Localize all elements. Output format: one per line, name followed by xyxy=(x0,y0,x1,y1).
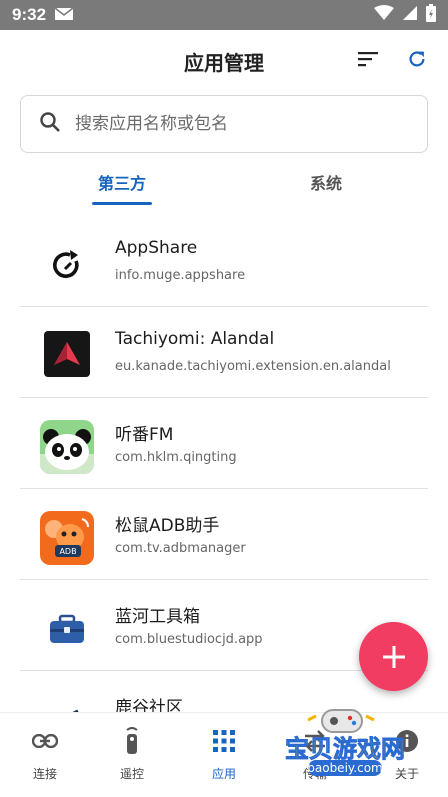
sort-icon[interactable] xyxy=(356,46,382,72)
tachiyomi-icon xyxy=(44,331,90,377)
nav-label: 遥控 xyxy=(119,767,144,781)
app-bar: 应用管理 xyxy=(0,30,448,92)
plus-icon xyxy=(382,645,405,668)
tab-indicator xyxy=(92,202,152,205)
svg-text:ADB: ADB xyxy=(59,547,76,556)
app-package: com.hklm.qingting xyxy=(115,450,237,465)
app-name: 听番FM xyxy=(115,425,174,445)
app-package: info.muge.appshare xyxy=(115,268,246,283)
app-name: AppShare xyxy=(115,238,198,258)
watermark-logo: 宝贝游戏网 baobeiy.com xyxy=(270,702,420,786)
search-icon xyxy=(39,111,61,137)
tab-bar: 第三方 系统 xyxy=(0,162,448,206)
search-input[interactable] xyxy=(73,113,397,135)
search-box[interactable] xyxy=(20,95,428,153)
mail-icon xyxy=(54,6,74,25)
nav-apps[interactable]: 应用 xyxy=(179,713,269,797)
app-name: 鹿谷社区 xyxy=(115,698,183,712)
remote-icon xyxy=(118,727,146,755)
nav-label: 连接 xyxy=(32,767,57,781)
apps-grid-icon xyxy=(210,727,238,755)
app-package: com.tv.adbmanager xyxy=(115,541,246,556)
nav-remote[interactable]: 遥控 xyxy=(87,713,177,797)
link-icon xyxy=(31,727,59,755)
tab-system[interactable]: 系统 xyxy=(266,170,386,194)
status-time: 9:32 xyxy=(12,5,47,24)
app-name: 松鼠ADB助手 xyxy=(115,516,220,536)
svg-text:宝贝游戏网: 宝贝游戏网 xyxy=(285,735,405,763)
tab-third-party[interactable]: 第三方 xyxy=(62,170,182,194)
add-app-button[interactable] xyxy=(359,622,428,691)
lugu-icon xyxy=(40,693,94,712)
appshare-icon xyxy=(40,238,94,292)
list-item[interactable]: 听番FM com.hklm.qingting xyxy=(0,398,448,489)
app-package: com.bluestudiocjd.app xyxy=(115,632,263,647)
refresh-icon[interactable] xyxy=(404,46,430,72)
status-bar: 9:32 xyxy=(0,0,448,30)
page-title: 应用管理 xyxy=(184,50,264,75)
nav-connect[interactable]: 连接 xyxy=(0,713,90,797)
list-item[interactable]: AppShare info.muge.appshare xyxy=(0,216,448,307)
list-item[interactable]: Tachiyomi: Alandal eu.kanade.tachiyomi.e… xyxy=(0,307,448,398)
app-name: 蓝河工具箱 xyxy=(115,607,200,627)
toolbox-icon xyxy=(40,602,94,656)
app-name: Tachiyomi: Alandal xyxy=(115,329,275,349)
panda-icon xyxy=(40,420,94,474)
signal-icon xyxy=(402,5,418,25)
list-item[interactable]: ADB 松鼠ADB助手 com.tv.adbmanager xyxy=(0,489,448,580)
nav-label: 应用 xyxy=(211,767,236,781)
svg-text:baobeiy.com: baobeiy.com xyxy=(307,761,382,775)
battery-icon xyxy=(426,4,436,26)
squirrel-adb-icon: ADB xyxy=(40,511,94,565)
app-package: eu.kanade.tachiyomi.extension.en.alandal xyxy=(115,359,391,374)
wifi-icon xyxy=(374,5,394,25)
